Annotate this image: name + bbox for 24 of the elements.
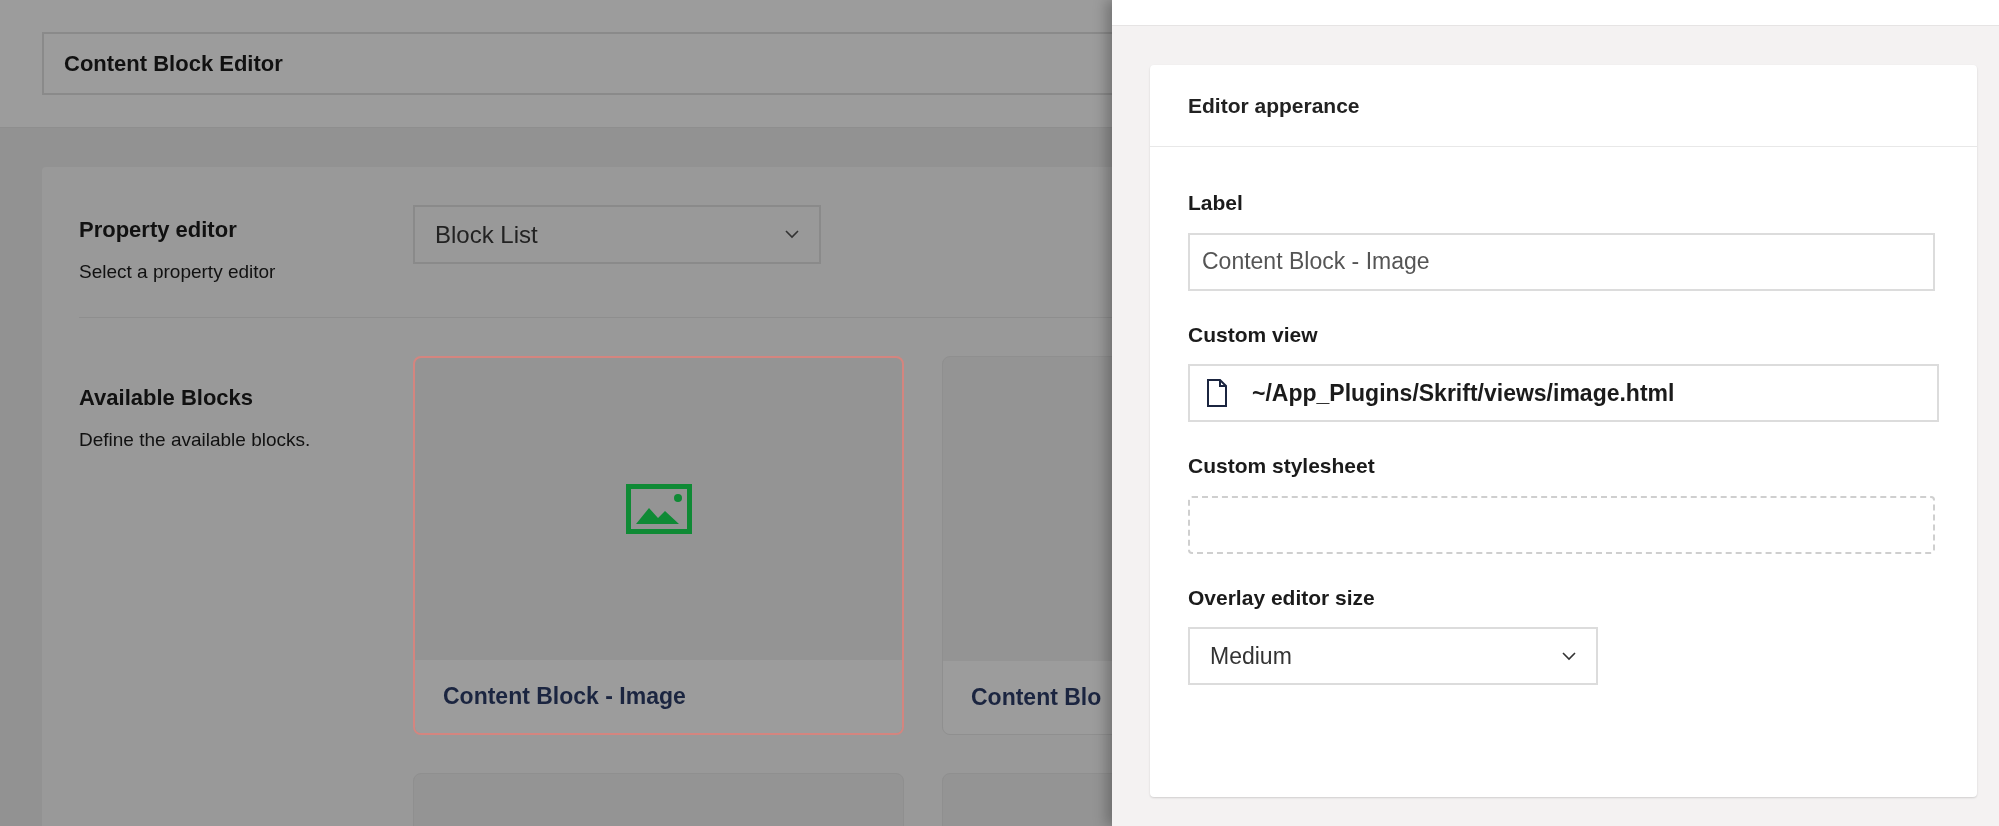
block-card[interactable]: Content Block - Image — [413, 355, 904, 735]
blocks-label: Available Blocks — [79, 383, 255, 412]
block-card[interactable]: Content Blo — [942, 355, 1112, 735]
field-label: Custom stylesheet — [1188, 453, 1376, 479]
property-description: Select a property editor — [79, 260, 277, 284]
property-editor-select[interactable]: Block List — [413, 205, 821, 264]
block-name: Content Blo — [971, 682, 1102, 712]
document-icon — [1206, 379, 1228, 407]
chevron-down-icon — [1562, 651, 1576, 661]
image-icon — [625, 483, 692, 534]
title-field[interactable]: Content Block Editor — [42, 32, 1112, 95]
text-field[interactable]: Content Block - Image — [1188, 232, 1935, 291]
file-path-field[interactable]: ~/App_Plugins/Skrift/views/image.html — [1188, 364, 1939, 422]
blocks-description: Define the available blocks. — [79, 427, 312, 452]
stylesheet-picker[interactable] — [1188, 495, 1935, 554]
field-label: Label — [1188, 190, 1244, 216]
field-label: Custom view — [1188, 321, 1319, 348]
chevron-down-icon — [785, 230, 799, 239]
panel-title: Editor apperance — [1188, 92, 1360, 119]
property-label: Property editor — [79, 216, 238, 244]
block-name: Content Block - Image — [443, 681, 686, 711]
field-label: Overlay editor size — [1188, 584, 1376, 611]
size-select[interactable]: Medium — [1188, 627, 1598, 685]
file-path: ~/App_Plugins/Skrift/views/image.html — [1252, 378, 1675, 408]
